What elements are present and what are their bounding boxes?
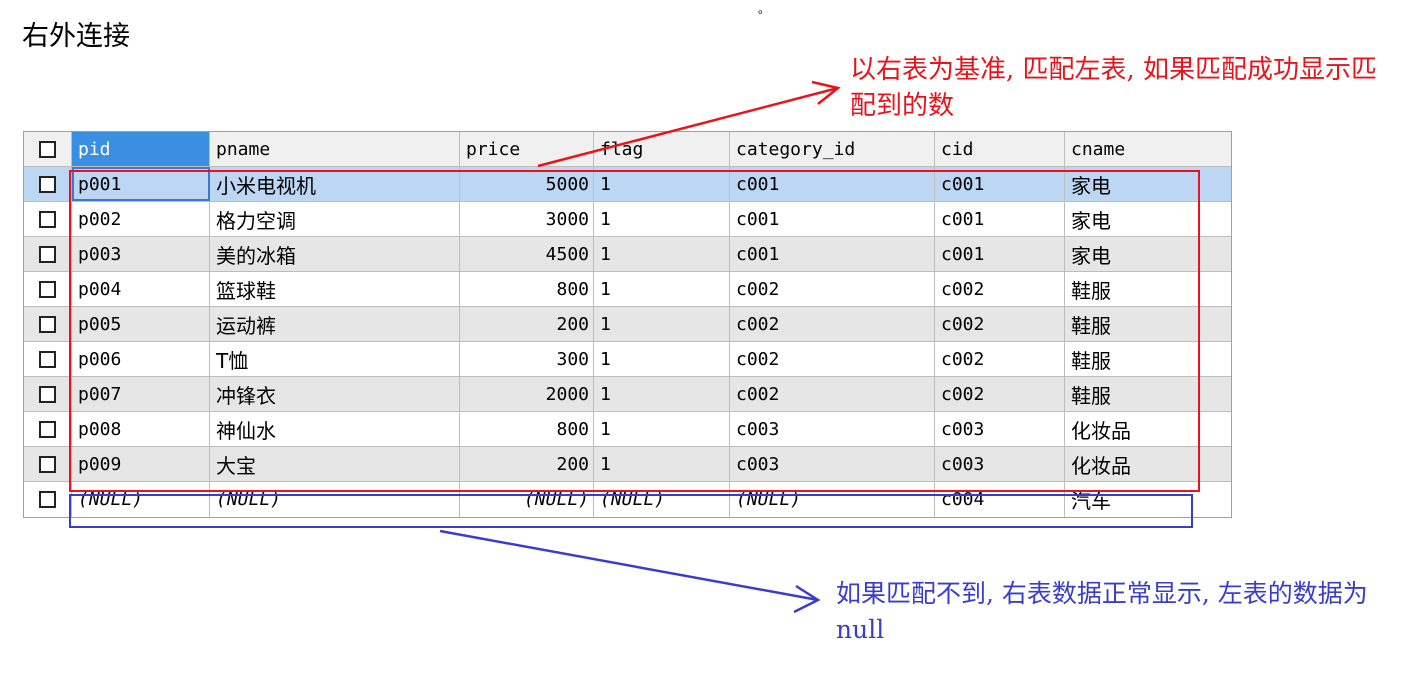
red-arrow (537, 80, 841, 168)
blue-arrow (439, 529, 821, 614)
annotation-arrows (439, 80, 841, 614)
